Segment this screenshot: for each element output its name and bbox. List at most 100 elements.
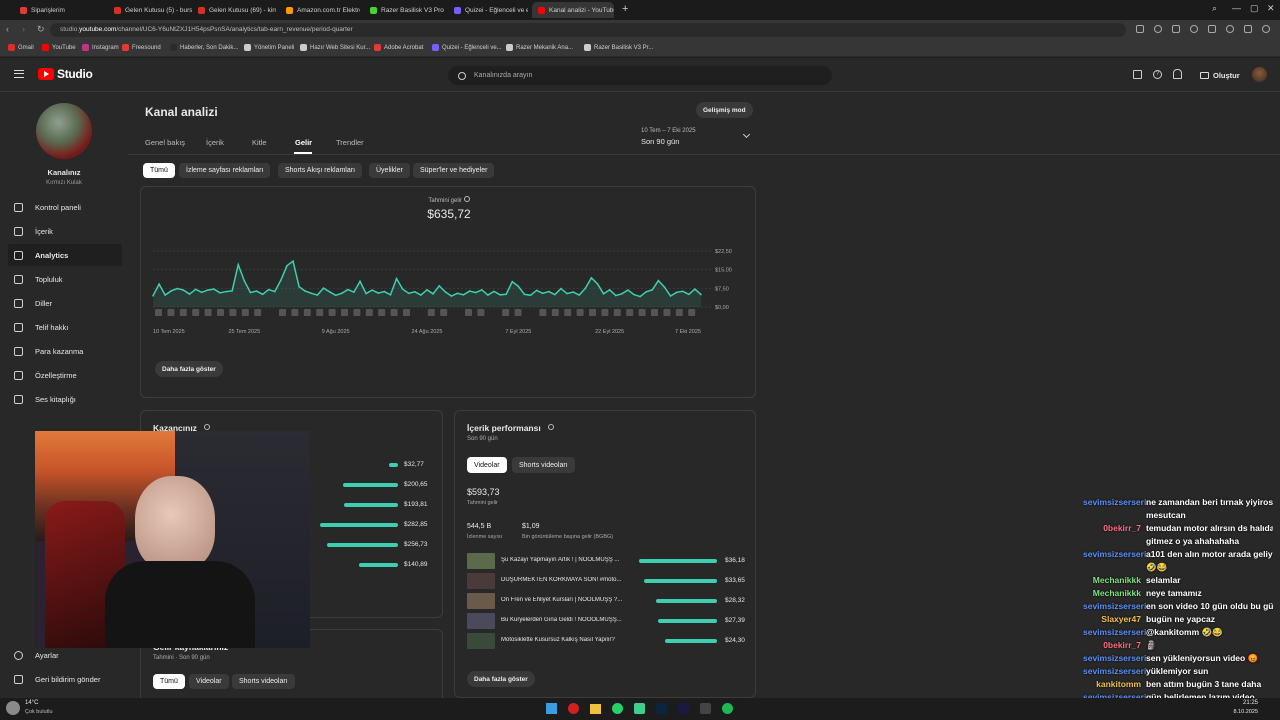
chart-point[interactable] [347, 288, 349, 291]
video-upload-marker[interactable] [514, 309, 522, 316]
info-icon[interactable] [204, 424, 210, 430]
sidebar-item-earn[interactable]: Para kazanma [8, 340, 122, 362]
bookmark-item[interactable]: Instagram [82, 44, 119, 51]
bookmark-item[interactable]: Gmail [8, 44, 34, 51]
video-upload-marker[interactable] [539, 309, 547, 316]
chart-point[interactable] [298, 286, 300, 288]
chart-point[interactable] [560, 287, 562, 290]
earnings-bar[interactable] [342, 483, 398, 487]
video-thumbnail[interactable] [467, 633, 495, 649]
app-icon[interactable] [634, 703, 645, 714]
video-upload-marker[interactable] [353, 309, 361, 316]
chart-point[interactable] [225, 290, 227, 293]
bookmark-item[interactable]: Haberler, Son Dakik... [170, 44, 238, 51]
browser-tab[interactable]: Gelen Kutusu (5) - bursak [108, 2, 192, 18]
earnings-bar[interactable] [388, 463, 398, 467]
chart-point[interactable] [602, 293, 605, 295]
chart-point[interactable] [200, 291, 203, 294]
period-selector[interactable]: Son 90 gün [641, 137, 679, 146]
chart-point[interactable] [371, 289, 373, 291]
chart-point[interactable] [614, 294, 617, 297]
video-upload-marker[interactable] [279, 309, 286, 316]
chart-point[interactable] [645, 291, 647, 293]
forward-icon[interactable]: › [22, 24, 25, 34]
browser-tab[interactable]: Quizei - Eğlenceli ve etkile [448, 2, 528, 18]
video-title[interactable]: Ön Fren ve Ehliyet Kursları | NOOLMUŞŞ ?… [501, 597, 629, 603]
sidebar-item-community[interactable]: Topluluk [8, 268, 122, 290]
chart-point[interactable] [566, 292, 568, 295]
chart-point[interactable] [694, 288, 696, 290]
chart-point[interactable] [164, 294, 166, 296]
info-icon[interactable] [463, 196, 470, 202]
weather-icon[interactable] [6, 701, 20, 715]
video-title[interactable]: Bu Kuryelerden Gına Geldi ! NOOOLMUŞŞ... [501, 617, 629, 623]
video-thumbnail[interactable] [467, 593, 495, 609]
video-upload-marker[interactable] [291, 309, 299, 316]
video-upload-marker[interactable] [502, 309, 510, 316]
chart-point[interactable] [237, 263, 240, 266]
messages-icon[interactable] [1133, 70, 1142, 79]
sidebar-item-customization[interactable]: Özelleştirme [8, 364, 122, 386]
sidebar-item-audio-library[interactable]: Ses kitaplığı [8, 388, 122, 410]
chart-point[interactable] [383, 290, 386, 293]
back-icon[interactable]: ‹ [6, 24, 9, 34]
account-avatar[interactable] [1252, 67, 1267, 82]
chart-point[interactable] [572, 291, 574, 293]
extension-icon[interactable] [1190, 25, 1198, 33]
sidebar-item-subtitles[interactable]: Diller [8, 292, 122, 314]
chart-point[interactable] [505, 293, 507, 296]
chart-point[interactable] [353, 291, 355, 293]
chart-point[interactable] [529, 294, 532, 297]
chart-point[interactable] [590, 277, 593, 279]
chart-point[interactable] [639, 295, 641, 298]
sidebar-item-content[interactable]: İçerik [8, 220, 122, 242]
chart-point[interactable] [450, 295, 453, 297]
chart-point[interactable] [511, 280, 514, 283]
spotify-icon[interactable] [722, 703, 733, 714]
chart-point[interactable] [249, 291, 252, 294]
chart-point[interactable] [657, 279, 660, 282]
video-upload-marker[interactable] [378, 309, 386, 316]
show-more-button[interactable]: Daha fazla göster [155, 361, 223, 377]
chart-point[interactable] [608, 289, 611, 291]
chart-point[interactable] [633, 293, 635, 296]
filter-chip[interactable]: Üyelikler [369, 163, 410, 178]
chart-point[interactable] [426, 289, 428, 291]
chart-point[interactable] [292, 260, 294, 263]
chart-point[interactable] [621, 293, 623, 295]
content-type-tab[interactable]: Shorts videoları [512, 457, 575, 473]
profile-icon[interactable] [1262, 25, 1270, 33]
earnings-bar[interactable] [320, 523, 398, 527]
chart-point[interactable] [499, 294, 501, 296]
video-upload-marker[interactable] [576, 309, 584, 316]
video-upload-marker[interactable] [167, 309, 175, 316]
chart-point[interactable] [194, 288, 197, 291]
chart-point[interactable] [584, 287, 587, 290]
video-upload-marker[interactable] [564, 309, 572, 316]
video-upload-marker[interactable] [465, 309, 472, 316]
video-upload-marker[interactable] [427, 309, 435, 316]
bookmark-item[interactable]: Yönetim Paneli [244, 44, 294, 51]
chart-point[interactable] [432, 293, 434, 295]
chart-point[interactable] [523, 293, 526, 296]
chart-point[interactable] [261, 293, 264, 296]
new-tab-icon[interactable]: + [622, 3, 628, 15]
url-field[interactable]: studio.youtube.com/channel/UC6-Y6uNtZXJ1… [50, 23, 1126, 37]
filter-chip[interactable]: Shorts Akışı reklamları [278, 163, 363, 178]
chart-point[interactable] [273, 290, 276, 293]
video-upload-marker[interactable] [229, 309, 237, 316]
video-upload-marker[interactable] [179, 309, 187, 316]
chart-point[interactable] [669, 295, 672, 297]
chart-point[interactable] [462, 294, 465, 296]
tab-3[interactable]: Gelir [295, 138, 312, 147]
video-upload-marker[interactable] [204, 309, 212, 316]
video-title[interactable]: Şu Kazayı Yapmayın Artık ! | NOOLMUŞŞ ..… [501, 557, 629, 563]
chart-point[interactable] [365, 292, 367, 295]
sidebar-item-dashboard[interactable]: Kontrol paneli [8, 196, 122, 218]
video-upload-marker[interactable] [551, 309, 559, 316]
download-icon[interactable] [1244, 25, 1252, 33]
video-upload-marker[interactable] [403, 309, 410, 316]
advanced-mode-button[interactable]: Gelişmiş mod [696, 102, 753, 118]
browser-tab[interactable]: Razer Basilisk V3 Pro - Ra [364, 2, 444, 18]
filter-chip[interactable]: Süper'ler ve hediyeler [413, 163, 495, 178]
